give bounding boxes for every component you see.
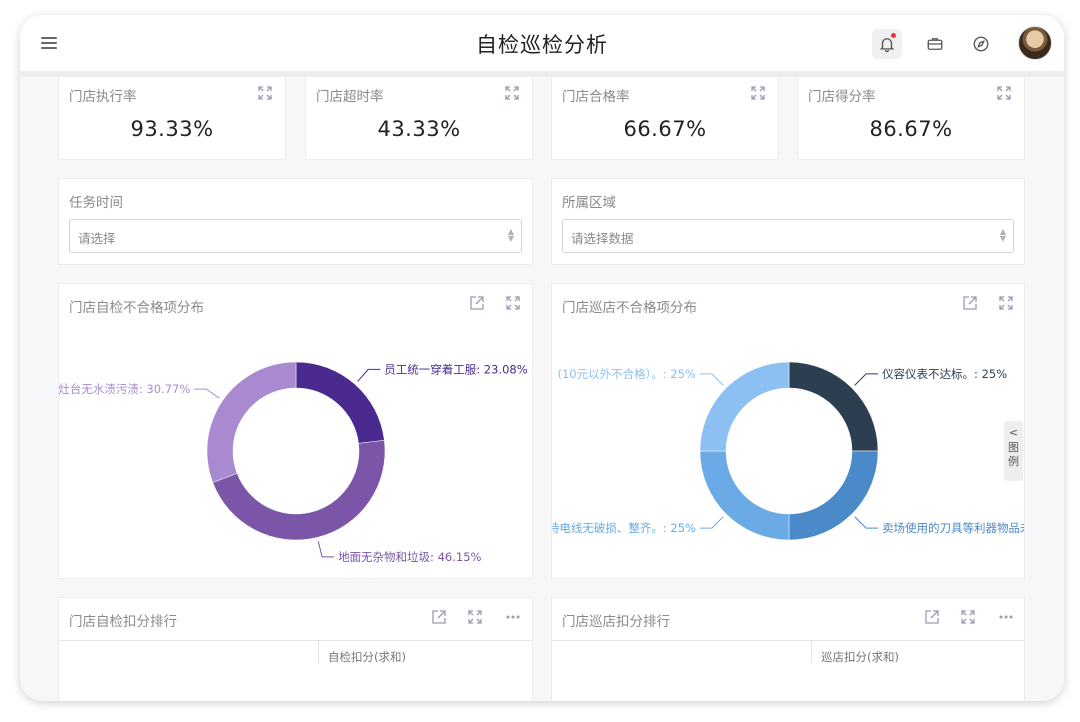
region-select[interactable]: 请选择数据 ▲ ▼ <box>562 219 1014 253</box>
top-bar: 自检巡检分析 <box>20 15 1064 77</box>
export-icon[interactable] <box>924 609 940 625</box>
slice-label: 持电线无破损、整齐。: 25% <box>552 521 696 535</box>
more-icon[interactable] <box>998 609 1014 625</box>
select-caret-icon: ▲ ▼ <box>507 227 514 243</box>
briefcase-icon <box>927 38 943 50</box>
label-leader-line <box>699 373 724 386</box>
briefcase-button[interactable] <box>920 29 950 59</box>
app-frame: 自检巡检分析 门店执行率 93.33% 门店超时率 43.33% 门店合格率 6… <box>20 15 1064 701</box>
expand-icon[interactable] <box>750 85 766 101</box>
donut-chart-patrol: 仪容仪表不达标。: 25% 卖场使用的刀具等利器物品未 持电线无破损、整齐。: 25… <box>552 361 1024 541</box>
slice-label: 员工统一穿着工服: 23.08% <box>384 362 527 376</box>
slice-label: 地面无杂物和垃圾: 46.15% <box>338 550 481 564</box>
kpi-value: 43.33% <box>377 117 461 141</box>
compass-button[interactable] <box>966 29 996 59</box>
expand-icon[interactable] <box>996 85 1012 101</box>
expand-icon[interactable] <box>504 85 520 101</box>
kpi-value: 93.33% <box>130 117 214 141</box>
label-leader-line <box>854 373 879 386</box>
legend-toggle-button[interactable]: < 图例 <box>1004 421 1023 481</box>
kpi-label: 门店得分率 <box>808 89 876 105</box>
user-avatar[interactable] <box>1018 26 1052 60</box>
task-time-label: 任务时间 <box>69 195 123 211</box>
filter-card-task-time: 任务时间 请选择 ▲ ▼ <box>58 178 533 265</box>
column-header[interactable]: 自检扣分(求和) <box>328 649 406 665</box>
kpi-card-pass: 门店合格率 66.67% <box>551 76 779 160</box>
chart-card-patrol: 门店巡店不合格项分布 仪容仪表不达标。: 25% 卖场使用的刀具等利器物品未 持电线… <box>551 283 1025 579</box>
kpi-label: 门店合格率 <box>562 89 630 105</box>
notification-badge <box>891 33 896 38</box>
legend-tab-label: 图例 <box>1008 441 1019 468</box>
region-placeholder: 请选择数据 <box>571 231 634 246</box>
expand-icon[interactable] <box>960 609 976 625</box>
label-leader-line <box>357 368 381 382</box>
donut-slice[interactable] <box>212 440 386 541</box>
table-header: 巡店扣分(求和) <box>552 640 1024 665</box>
export-icon[interactable] <box>431 609 447 625</box>
donut-chart-self-check: 员工统一穿着工服: 23.08% 地面无杂物和垃圾: 46.15% 灶台无水渍污渍:… <box>59 361 528 564</box>
kpi-card-execution: 门店执行率 93.33% <box>58 76 286 160</box>
kpi-value: 66.67% <box>623 117 707 141</box>
slice-label: (10元以外不合格）。: 25% <box>557 367 696 381</box>
label-leader-line <box>194 388 220 399</box>
column-divider <box>811 641 812 663</box>
chevron-left-icon: < <box>1008 426 1019 439</box>
label-leader-line <box>699 516 724 529</box>
table-header: 自检扣分(求和) <box>59 640 532 665</box>
kpi-label: 门店超时率 <box>316 89 384 105</box>
chart-card-self-check: 门店自检不合格项分布 员工统一穿着工服: 23.08% 地面无杂物和垃圾: 46.… <box>58 283 533 579</box>
kpi-value: 86.67% <box>869 117 953 141</box>
select-caret-icon: ▲ ▼ <box>999 227 1006 243</box>
column-divider <box>318 641 319 663</box>
kpi-label: 门店执行率 <box>69 89 137 105</box>
expand-icon[interactable] <box>467 609 483 625</box>
notification-button[interactable] <box>872 29 902 59</box>
slice-label: 卖场使用的刀具等利器物品未 <box>882 521 1024 535</box>
task-time-placeholder: 请选择 <box>78 231 116 246</box>
ranking-card-patrol: 门店巡店扣分排行 巡店扣分(求和) <box>551 597 1025 701</box>
task-time-select[interactable]: 请选择 ▲ ▼ <box>69 219 522 253</box>
more-icon[interactable] <box>505 609 521 625</box>
kpi-card-timeout: 门店超时率 43.33% <box>305 76 533 160</box>
table-title: 门店自检扣分排行 <box>69 614 177 630</box>
region-label: 所属区域 <box>562 195 616 211</box>
ranking-card-self: 门店自检扣分排行 自检扣分(求和) <box>58 597 533 701</box>
slice-label: 仪容仪表不达标。: 25% <box>882 367 1007 381</box>
donut-slice[interactable] <box>295 361 385 444</box>
expand-icon[interactable] <box>257 85 273 101</box>
slice-label: 灶台无水渍污渍: 30.77% <box>59 382 190 396</box>
donut-slice[interactable] <box>206 361 297 483</box>
table-title: 门店巡店扣分排行 <box>562 614 670 630</box>
kpi-card-score: 门店得分率 86.67% <box>797 76 1025 160</box>
filter-card-region: 所属区域 请选择数据 ▲ ▼ <box>551 178 1025 265</box>
column-header[interactable]: 巡店扣分(求和) <box>821 649 899 665</box>
label-leader-line <box>854 516 879 529</box>
page-title: 自检巡检分析 <box>476 33 608 57</box>
label-leader-line <box>317 541 335 558</box>
compass-icon <box>973 36 989 52</box>
